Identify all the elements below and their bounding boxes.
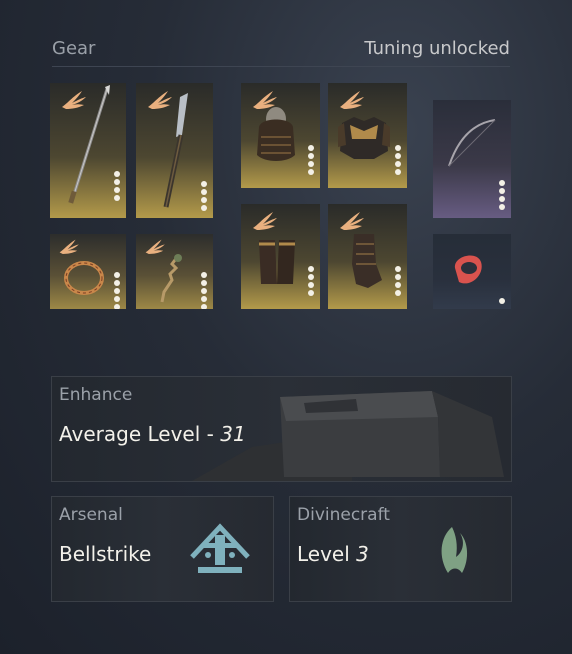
- enhance-panel[interactable]: Enhance Average Level - 31: [51, 376, 512, 482]
- arsenal-label: Arsenal: [59, 505, 123, 525]
- arsenal-panel[interactable]: Arsenal Bellstrike: [51, 496, 274, 602]
- gear-slot-helmet[interactable]: [241, 83, 320, 188]
- gear-slot-pendant[interactable]: [136, 234, 213, 309]
- upgrade-pips: [308, 145, 314, 175]
- upgrade-pips: [114, 171, 120, 201]
- upgrade-pips: [114, 272, 120, 309]
- gear-slot-glaive[interactable]: [136, 83, 213, 218]
- divinecraft-panel[interactable]: Divinecraft Level 3: [289, 496, 512, 602]
- gear-slot-spear[interactable]: [50, 83, 126, 218]
- gear-title: Gear: [52, 38, 96, 59]
- upgrade-pips: [499, 298, 505, 304]
- gear-slot-bracelet[interactable]: [50, 234, 126, 309]
- arsenal-value: Bellstrike: [59, 542, 152, 566]
- upgrade-pips: [395, 145, 401, 175]
- gear-slot-bracers[interactable]: [241, 204, 320, 309]
- upgrade-pips: [201, 181, 207, 211]
- divinecraft-value: Level 3: [297, 542, 369, 566]
- upgrade-pips: [308, 266, 314, 296]
- gear-slot-ring[interactable]: [433, 234, 511, 309]
- gear-slot-chest-armor[interactable]: [328, 83, 407, 188]
- gear-slot-greaves[interactable]: [328, 204, 407, 309]
- enhance-value: Average Level - 31: [59, 422, 246, 446]
- upgrade-pips: [201, 272, 207, 309]
- upgrade-pips: [395, 266, 401, 296]
- enhance-label: Enhance: [59, 385, 133, 405]
- gear-slot-bow[interactable]: [433, 100, 511, 218]
- divinecraft-label: Divinecraft: [297, 505, 390, 525]
- header-divider: [52, 66, 510, 67]
- tuning-status: Tuning unlocked: [364, 38, 510, 59]
- upgrade-pips: [499, 180, 505, 210]
